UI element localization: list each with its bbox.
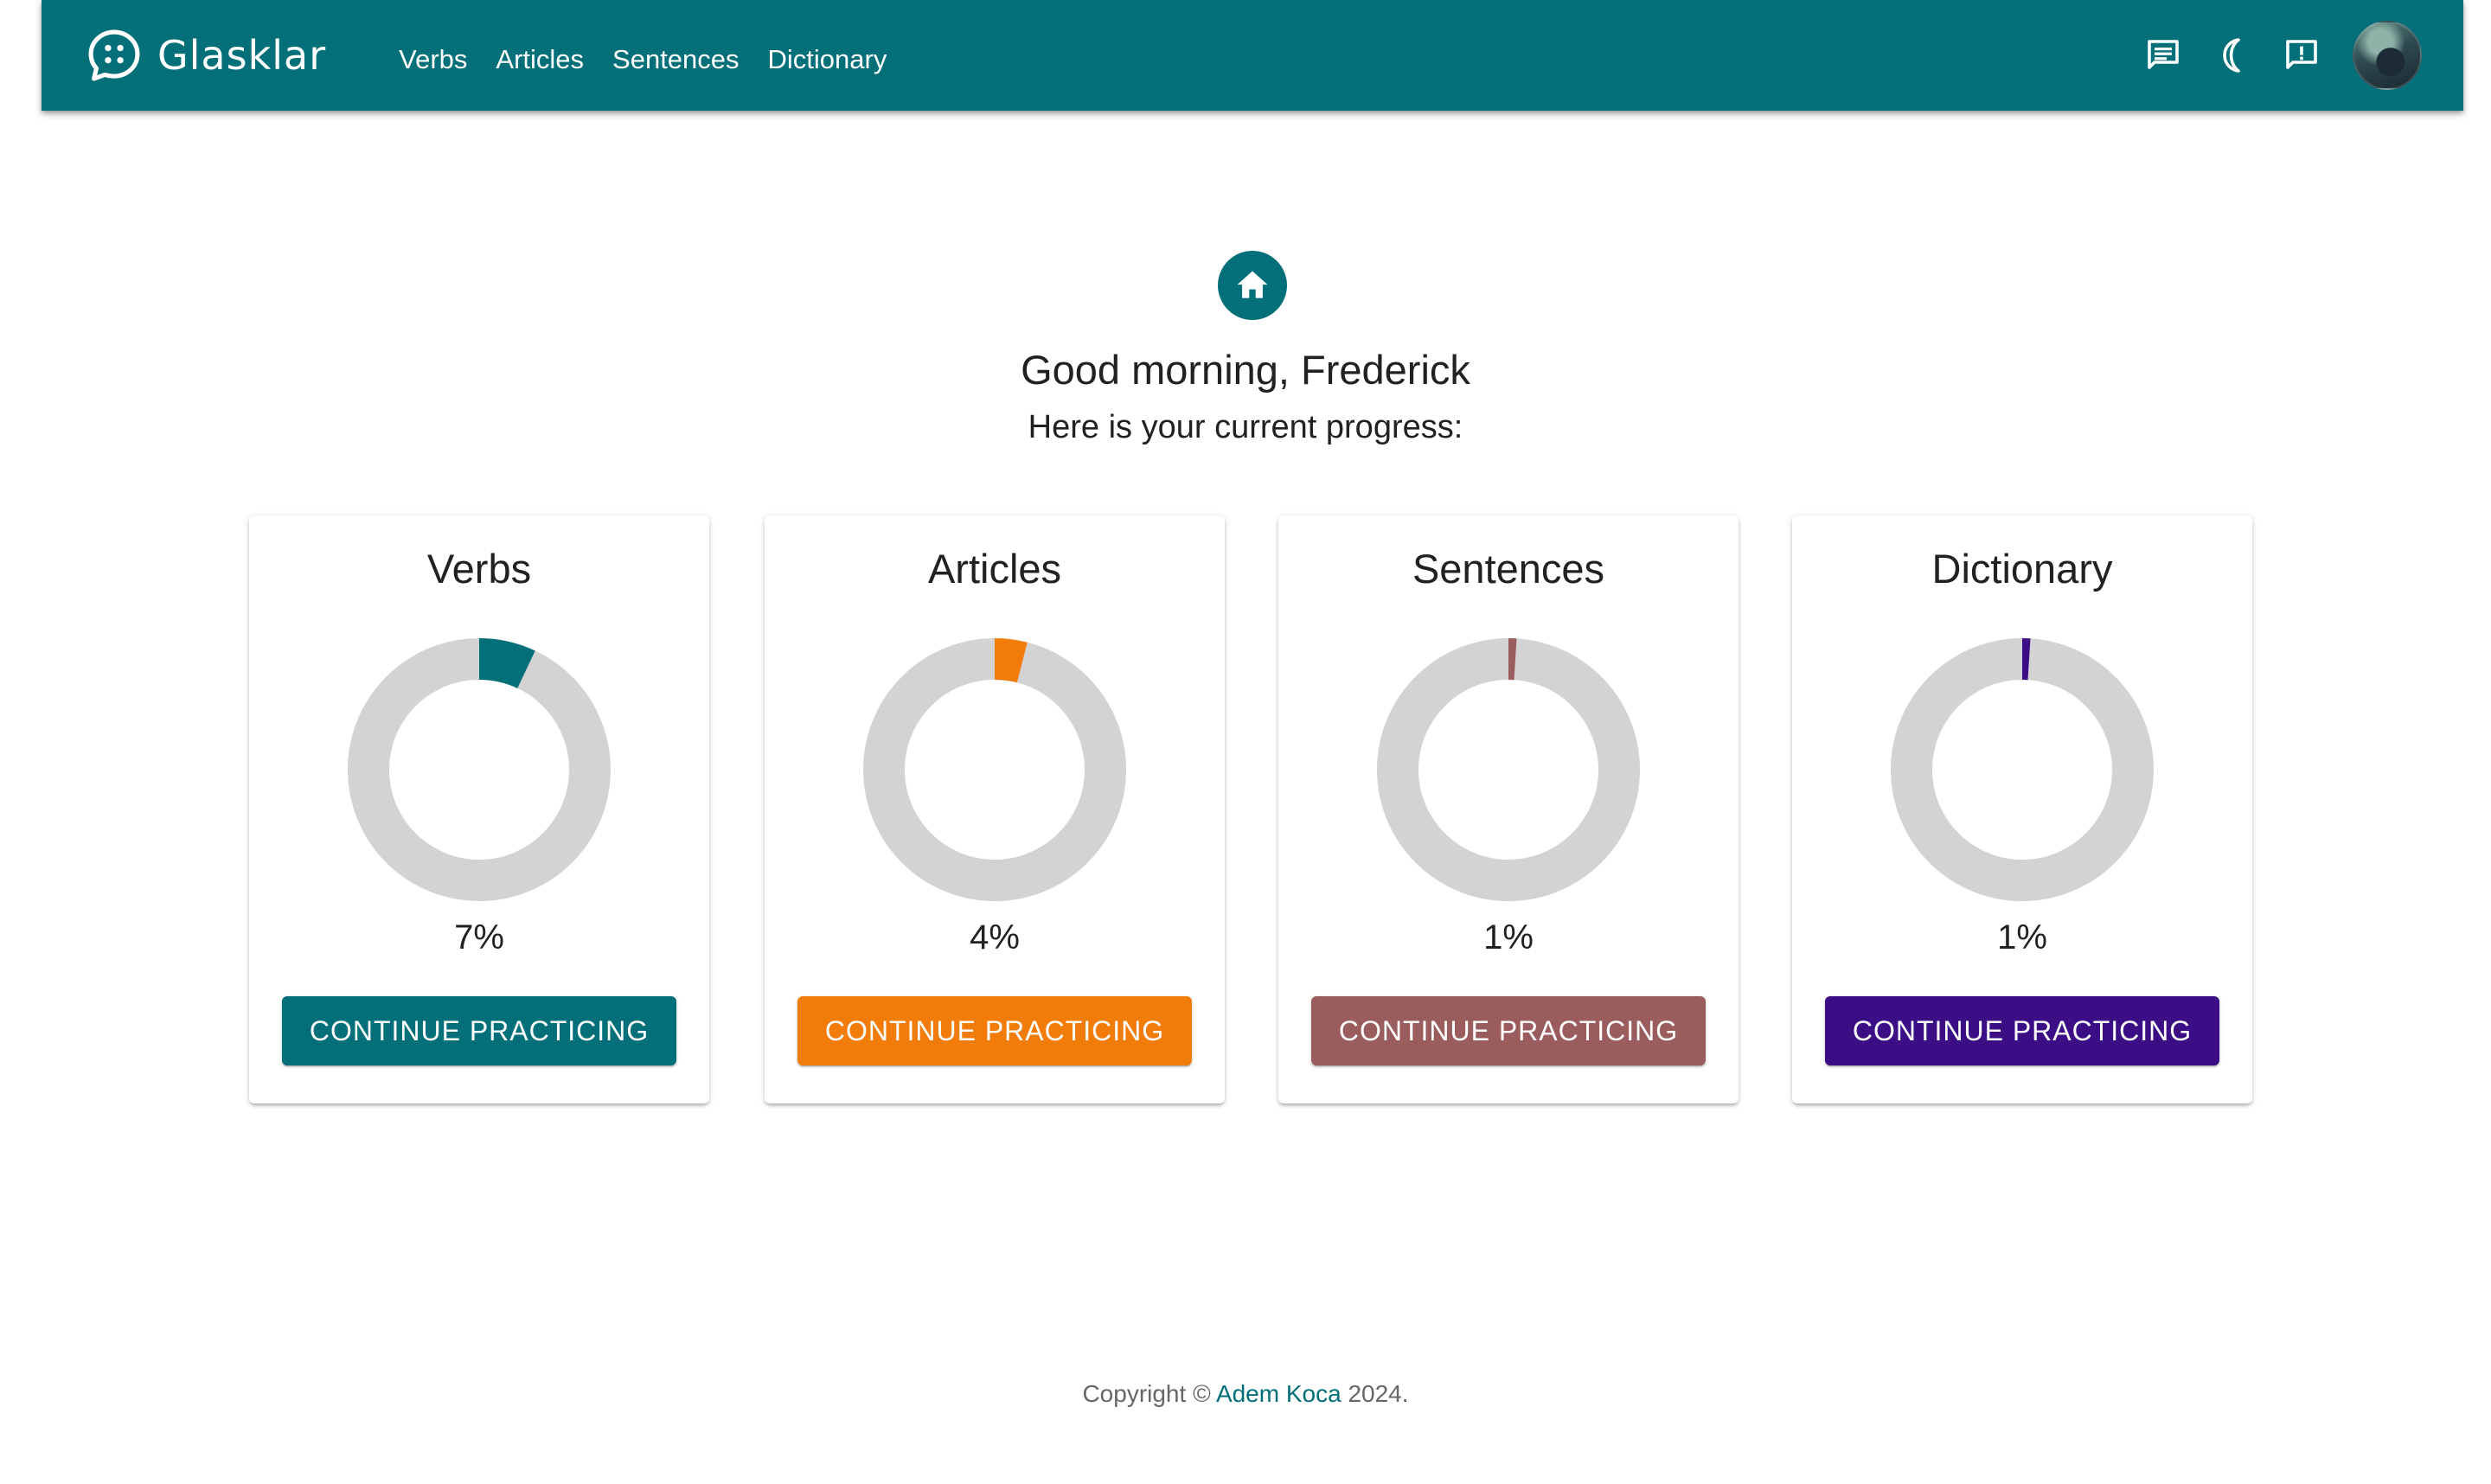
- progress-ring-track: [1891, 638, 2154, 901]
- progress-cards: Verbs 7% CONTINUE PRACTICING Articles 4%…: [249, 515, 2256, 1103]
- feedback-icon: [2286, 40, 2317, 69]
- chat-button[interactable]: [2136, 29, 2190, 82]
- progress-card-sentences: Sentences 1% CONTINUE PRACTICING: [1278, 515, 1739, 1103]
- nav-link-sentences[interactable]: Sentences: [612, 46, 740, 73]
- progress-ring: [1377, 638, 1640, 901]
- author-link[interactable]: Adem Koca: [1216, 1380, 1342, 1407]
- greeting-heading: Good morning, Frederick: [1021, 347, 1470, 393]
- progress-subtitle: Here is your current progress:: [1028, 409, 1463, 445]
- progress-percent: 4%: [970, 918, 1020, 956]
- progress-card-verbs: Verbs 7% CONTINUE PRACTICING: [249, 515, 709, 1103]
- user-avatar[interactable]: [2353, 21, 2422, 90]
- progress-ring-track: [863, 638, 1126, 901]
- card-title: Articles: [927, 546, 1062, 592]
- nav-link-verbs[interactable]: Verbs: [399, 46, 467, 73]
- app-bar-actions: [2121, 21, 2422, 90]
- progress-ring: [1891, 638, 2154, 901]
- feedback-button[interactable]: [2275, 29, 2328, 82]
- moon-icon: [2223, 38, 2240, 73]
- progress-ring: [348, 638, 611, 901]
- continue-practicing-articles-button[interactable]: CONTINUE PRACTICING: [797, 996, 1192, 1065]
- home-icon: [1237, 271, 1268, 298]
- card-title: Sentences: [1412, 546, 1605, 592]
- continue-practicing-sentences-button[interactable]: CONTINUE PRACTICING: [1311, 996, 1706, 1065]
- top-app-bar: Glasklar Verbs Articles Sentences Dictio…: [42, 0, 2463, 111]
- progress-ring-track: [1377, 638, 1640, 901]
- progress-card-dictionary: Dictionary 1% CONTINUE PRACTICING: [1792, 515, 2252, 1103]
- progress-percent: 1%: [1483, 918, 1534, 956]
- card-title: Verbs: [426, 546, 532, 592]
- app-name: Glasklar: [157, 32, 327, 79]
- footer: Copyright © Adem Koca 2024.: [0, 1380, 2491, 1408]
- main-nav: Verbs Articles Sentences Dictionary: [399, 46, 915, 73]
- copyright-year: 2024.: [1348, 1380, 1409, 1407]
- chat-bubble-logo-icon: [88, 29, 140, 81]
- card-title: Dictionary: [1931, 546, 2113, 592]
- dark-mode-toggle[interactable]: [2206, 29, 2259, 82]
- home-badge: [1218, 251, 1287, 320]
- continue-practicing-verbs-button[interactable]: CONTINUE PRACTICING: [282, 996, 676, 1065]
- progress-percent: 1%: [1997, 918, 2047, 956]
- copyright-prefix: Copyright ©: [1082, 1380, 1211, 1407]
- progress-card-articles: Articles 4% CONTINUE PRACTICING: [765, 515, 1225, 1103]
- progress-percent: 7%: [454, 918, 504, 956]
- nav-link-dictionary[interactable]: Dictionary: [768, 46, 887, 73]
- chat-icon: [2148, 40, 2179, 69]
- brand-logo[interactable]: Glasklar: [85, 26, 326, 85]
- nav-link-articles[interactable]: Articles: [496, 46, 584, 73]
- continue-practicing-dictionary-button[interactable]: CONTINUE PRACTICING: [1825, 996, 2219, 1065]
- progress-ring-track: [348, 638, 611, 901]
- progress-ring: [863, 638, 1126, 901]
